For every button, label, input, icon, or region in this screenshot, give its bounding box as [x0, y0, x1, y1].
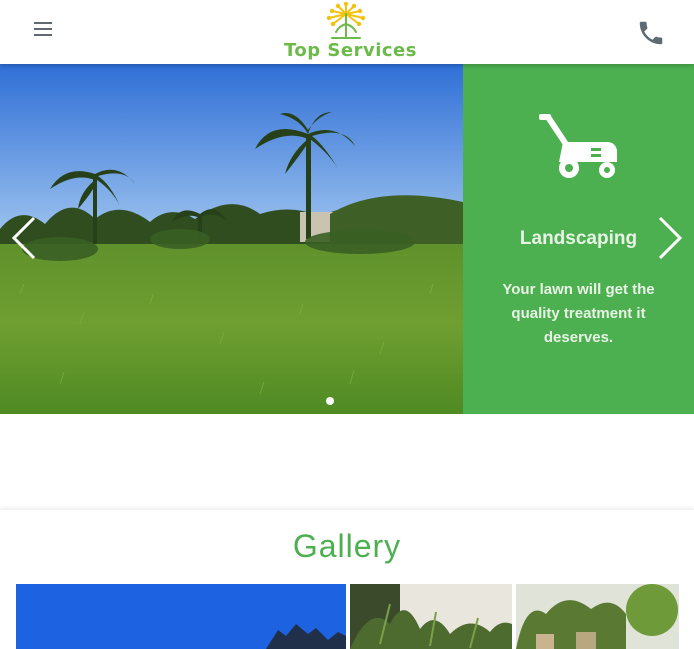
- hamburger-menu-icon-bar: [34, 28, 52, 30]
- phone-icon: [639, 21, 663, 45]
- gallery-photo-sky: [16, 584, 346, 649]
- logo-text: Top Services: [284, 40, 417, 61]
- garden-lawn-photo: [0, 64, 463, 414]
- call-button[interactable]: [636, 18, 666, 48]
- carousel-next-button[interactable]: [654, 214, 686, 262]
- lawn-mower-icon: [539, 114, 617, 178]
- carousel-prev-button[interactable]: [8, 214, 40, 262]
- chevron-right-icon: [658, 216, 683, 260]
- gallery-image[interactable]: [350, 584, 512, 649]
- hero-carousel: Landscaping Your lawn will get the quali…: [0, 64, 694, 414]
- gallery-section: Gallery: [0, 510, 694, 649]
- gallery-title: Gallery: [292, 528, 402, 564]
- chevron-left-icon: [11, 216, 36, 260]
- slide-description: Your lawn will get the quality treatment…: [502, 281, 655, 346]
- hamburger-menu-icon-bar: [34, 34, 52, 36]
- top-app-bar: Top Services: [0, 0, 694, 64]
- gallery-photo-shrubs: [516, 584, 679, 649]
- menu-button[interactable]: [30, 18, 58, 42]
- gallery-photo-garden: [350, 584, 512, 649]
- carousel-indicator-dot[interactable]: [326, 397, 334, 405]
- gallery-image[interactable]: [516, 584, 679, 649]
- hamburger-menu-icon: [34, 22, 52, 24]
- tree-logo-icon: [326, 2, 366, 39]
- site-logo[interactable]: Top Services: [284, 2, 417, 62]
- gallery-image[interactable]: [16, 584, 346, 649]
- carousel-indicators: [326, 392, 334, 405]
